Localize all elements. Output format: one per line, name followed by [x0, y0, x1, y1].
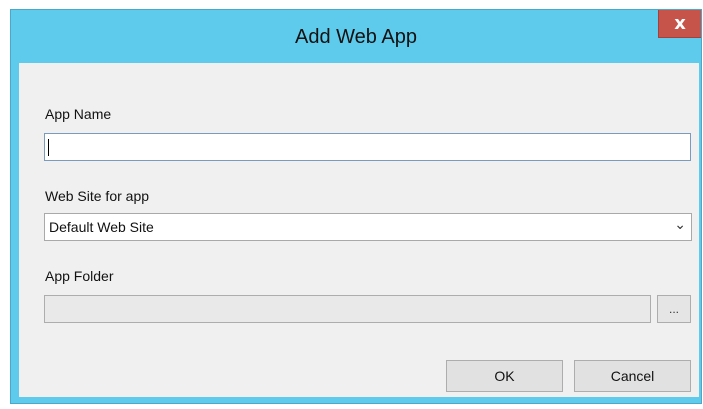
title-bar[interactable]: Add Web App x — [11, 10, 701, 62]
web-site-label: Web Site for app — [45, 188, 150, 204]
dialog-title: Add Web App — [295, 26, 417, 48]
dialog-body: App Name Web Site for app Default Web Si… — [19, 63, 699, 397]
web-site-selected: Default Web Site — [49, 219, 154, 235]
close-button[interactable]: x — [658, 10, 701, 38]
text-caret — [48, 139, 49, 156]
web-site-dropdown[interactable]: Default Web Site ⌄ — [44, 213, 692, 241]
app-name-label: App Name — [45, 106, 112, 122]
app-name-input[interactable] — [44, 133, 691, 161]
chevron-down-icon: ⌄ — [674, 217, 686, 233]
app-folder-field[interactable] — [44, 295, 651, 323]
app-folder-label: App Folder — [45, 268, 114, 284]
cancel-button[interactable]: Cancel — [574, 360, 691, 392]
browse-folder-button[interactable]: ... — [657, 295, 691, 323]
ok-button[interactable]: OK — [446, 360, 563, 392]
close-icon: x — [674, 13, 686, 34]
add-web-app-dialog: Add Web App x App Name Web Site for app … — [10, 9, 702, 404]
